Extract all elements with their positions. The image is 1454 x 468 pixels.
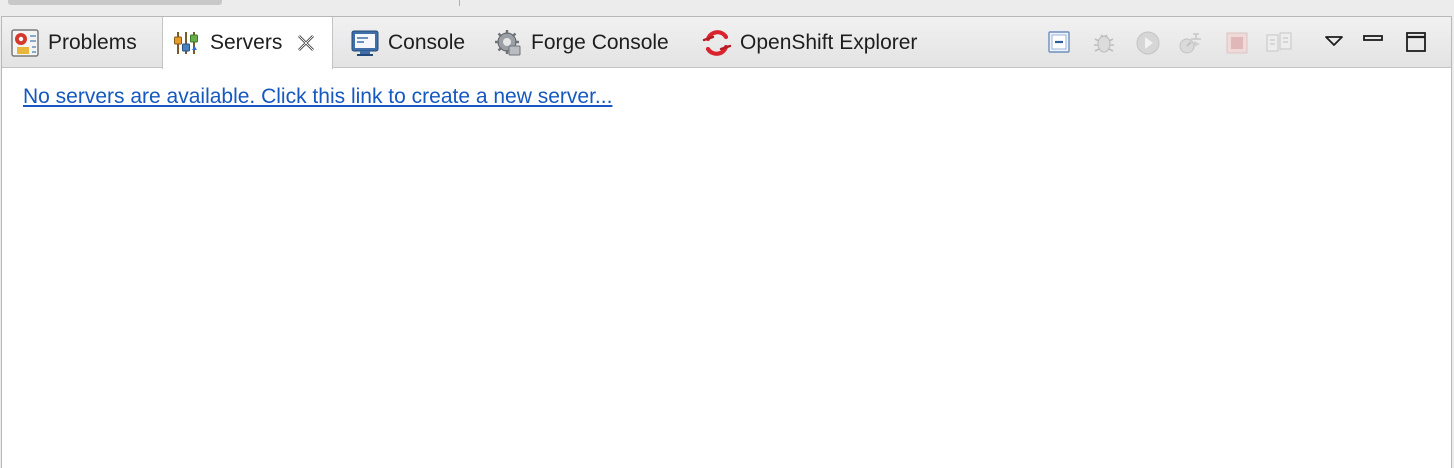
tab-openshift-explorer[interactable]: OpenShift Explorer [702,17,917,68]
view-menu-icon[interactable] [1320,27,1348,55]
tab-label: Forge Console [531,30,669,54]
create-new-server-link[interactable]: No servers are available. Click this lin… [23,85,612,109]
tab-console[interactable]: Console [350,17,465,68]
servers-view: Problems Servers Console Forge Console O… [1,16,1452,468]
tab-label: Problems [48,30,137,54]
profile-server-icon[interactable] [1176,29,1204,57]
close-icon[interactable] [294,31,318,55]
divider [459,0,460,6]
tab-label: OpenShift Explorer [740,30,918,54]
forge-icon [493,28,523,58]
top-scroll-strip [0,0,1454,16]
debug-server-icon[interactable] [1090,29,1118,57]
servers-icon [172,28,202,58]
problems-icon [10,28,40,58]
tab-bar: Problems Servers Console Forge Console O… [2,17,1451,69]
publish-icon[interactable] [1265,29,1293,57]
tab-problems[interactable]: Problems [10,17,137,68]
servers-content: No servers are available. Click this lin… [2,68,1451,468]
tab-label: Servers [210,31,283,54]
tab-forge-console[interactable]: Forge Console [493,17,669,68]
collapse-all-icon[interactable] [1046,29,1074,57]
stop-server-icon[interactable] [1223,29,1251,57]
minimize-icon[interactable] [1359,25,1387,53]
openshift-icon [702,28,732,58]
start-server-icon[interactable] [1134,29,1162,57]
maximize-icon[interactable] [1402,28,1430,56]
console-icon [350,28,380,58]
scrollbar-thumb[interactable] [8,0,222,5]
tab-label: Console [388,30,466,54]
tab-servers[interactable]: Servers [162,17,334,69]
